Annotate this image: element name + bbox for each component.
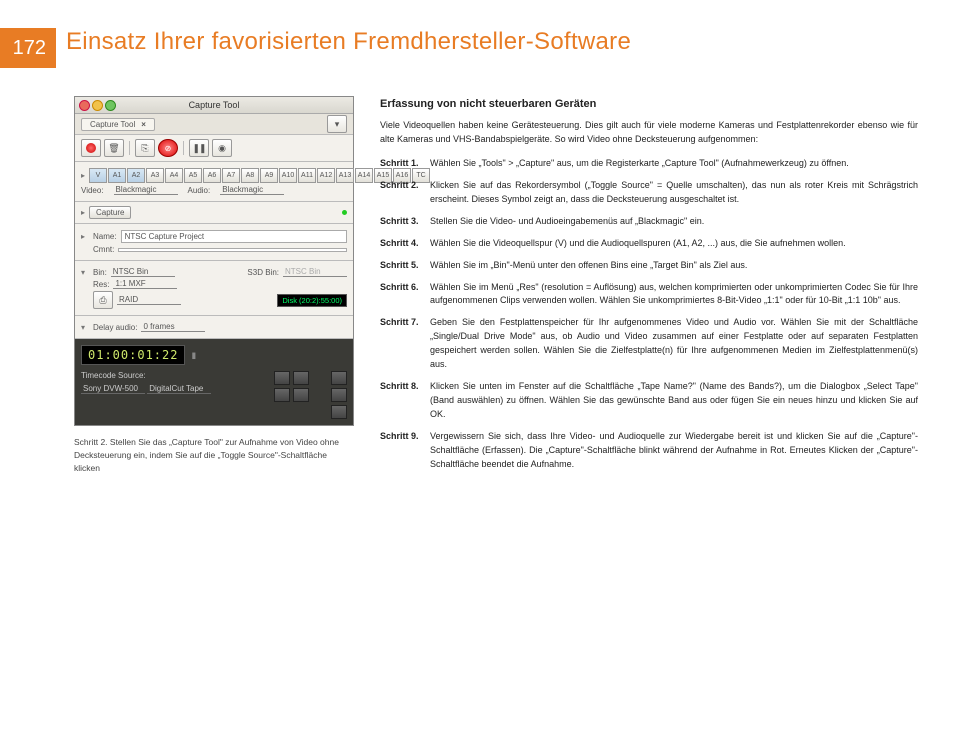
cap-mode-button[interactable]: ⎘	[135, 139, 155, 157]
window-titlebar: Capture Tool	[75, 97, 353, 114]
timecode-display: 01:00:01:22	[81, 345, 185, 365]
tab-label: Capture Tool	[90, 120, 135, 129]
s3d-bin-label: S3D Bin:	[247, 268, 279, 277]
step-label: Schritt 2.	[380, 179, 424, 207]
step-text: Stellen Sie die Video- und Audioeingabem…	[430, 215, 704, 229]
transport-button-1[interactable]	[331, 371, 347, 385]
step-label: Schritt 5.	[380, 259, 424, 273]
expand-icon[interactable]: ▸	[81, 208, 89, 217]
step-text: Wählen Sie „Tools" > „Capture" aus, um d…	[430, 157, 849, 171]
pause-button[interactable]: ❚❚	[189, 139, 209, 157]
close-tab-icon[interactable]: ×	[141, 120, 146, 129]
record-icon	[86, 143, 96, 153]
cmnt-field[interactable]	[118, 248, 347, 252]
track-a2[interactable]: A2	[127, 168, 145, 183]
go-out-button[interactable]	[293, 388, 309, 402]
cmnt-label: Cmnt:	[93, 245, 114, 254]
video-input-menu[interactable]: Blackmagic	[114, 185, 178, 195]
expand-icon[interactable]: ▾	[81, 323, 89, 332]
step-text: Klicken Sie auf das Rekordersymbol („Tog…	[430, 179, 918, 207]
step-text: Klicken Sie unten im Fenster auf die Sch…	[430, 380, 918, 422]
article-intro: Viele Videoquellen haben keine Geräteste…	[380, 119, 918, 147]
track-a5[interactable]: A5	[184, 168, 202, 183]
track-v[interactable]: V	[89, 168, 107, 183]
track-a12[interactable]: A12	[317, 168, 335, 183]
video-label: Video:	[81, 186, 104, 195]
tc-source-menu[interactable]: Sony DVW-500	[81, 384, 145, 394]
step-text: Wählen Sie im Menü „Res" (resolution = A…	[430, 281, 918, 309]
drive-mode-button[interactable]: ⎙	[93, 291, 113, 309]
window-menu-icon[interactable]: ▾	[327, 115, 347, 133]
res-menu[interactable]: 1:1 MXF	[113, 279, 177, 289]
go-in-button[interactable]	[274, 388, 290, 402]
transport-button-3[interactable]	[331, 405, 347, 419]
track-a14[interactable]: A14	[355, 168, 373, 183]
step-text: Wählen Sie im „Bin"-Menü unter den offen…	[430, 259, 747, 273]
delay-menu[interactable]: 0 frames	[141, 322, 205, 332]
trash-button[interactable]: 🗑	[104, 139, 124, 157]
s3d-bin-menu[interactable]: NTSC Bin	[283, 267, 347, 277]
page-number: 172	[0, 28, 56, 68]
track-a1[interactable]: A1	[108, 168, 126, 183]
disk-status: Disk (20:2):55:00)	[277, 294, 347, 307]
raid-menu[interactable]: RAID	[117, 295, 181, 305]
name-field[interactable]: NTSC Capture Project	[121, 230, 347, 243]
expand-icon[interactable]: ▾	[81, 268, 89, 277]
window-title: Capture Tool	[75, 100, 353, 110]
step-text: Wählen Sie die Videoquellspur (V) und di…	[430, 237, 846, 251]
article-body: Erfassung von nicht steuerbaren Geräten …	[380, 96, 918, 480]
record-button[interactable]	[81, 139, 101, 157]
mark-in-button[interactable]	[274, 371, 290, 385]
audio-tool-button[interactable]: ◉	[212, 139, 232, 157]
name-label: Name:	[93, 232, 117, 241]
expand-icon[interactable]: ▸	[81, 171, 85, 180]
res-label: Res:	[93, 280, 109, 289]
step-label: Schritt 7.	[380, 316, 424, 372]
audio-input-menu[interactable]: Blackmagic	[220, 185, 284, 195]
track-a3[interactable]: A3	[146, 168, 164, 183]
toggle-source-button[interactable]: ⊘	[158, 139, 178, 157]
capture-button[interactable]: Capture	[89, 206, 131, 219]
track-a4[interactable]: A4	[165, 168, 183, 183]
figure-caption: Schritt 2. Stellen Sie das „Capture Tool…	[74, 436, 354, 474]
track-a13[interactable]: A13	[336, 168, 354, 183]
pause-icon: ❚❚	[192, 143, 205, 154]
delay-label: Delay audio:	[93, 323, 137, 332]
transport-button-2[interactable]	[331, 388, 347, 402]
track-selector[interactable]: V A1 A2 A3 A4 A5 A6 A7 A8 A9 A10 A11 A12…	[89, 168, 430, 183]
step-label: Schritt 3.	[380, 215, 424, 229]
capture-tool-window: Capture Tool Capture Tool × ▾ 🗑 ⎘ ⊘ ❚❚	[74, 96, 354, 426]
step-label: Schritt 9.	[380, 430, 424, 472]
track-a9[interactable]: A9	[260, 168, 278, 183]
bin-label: Bin:	[93, 268, 107, 277]
track-a11[interactable]: A11	[298, 168, 316, 183]
tc-source-label: Timecode Source:	[81, 371, 211, 380]
mark-out-button[interactable]	[293, 371, 309, 385]
expand-icon[interactable]: ▸	[81, 232, 89, 241]
step-text: Geben Sie den Festplattenspeicher für Ih…	[430, 316, 918, 372]
step-label: Schritt 4.	[380, 237, 424, 251]
track-a7[interactable]: A7	[222, 168, 240, 183]
track-a8[interactable]: A8	[241, 168, 259, 183]
status-indicator-icon	[342, 210, 347, 215]
step-text: Vergewissern Sie sich, dass Ihre Video- …	[430, 430, 918, 472]
track-a10[interactable]: A10	[279, 168, 297, 183]
step-label: Schritt 1.	[380, 157, 424, 171]
bin-menu[interactable]: NTSC Bin	[111, 267, 175, 277]
timecode-panel: 01:00:01:22 ▮ Timecode Source: Sony DVW-…	[75, 339, 353, 425]
page-title: Einsatz Ihrer favorisierten Fremdherstel…	[66, 28, 631, 68]
step-label: Schritt 6.	[380, 281, 424, 309]
track-a6[interactable]: A6	[203, 168, 221, 183]
step-label: Schritt 8.	[380, 380, 424, 422]
audio-label: Audio:	[188, 186, 211, 195]
article-subtitle: Erfassung von nicht steuerbaren Geräten	[380, 96, 918, 113]
dct-menu[interactable]: DigitalCut Tape	[147, 384, 211, 394]
tab-capture-tool[interactable]: Capture Tool ×	[81, 118, 155, 131]
